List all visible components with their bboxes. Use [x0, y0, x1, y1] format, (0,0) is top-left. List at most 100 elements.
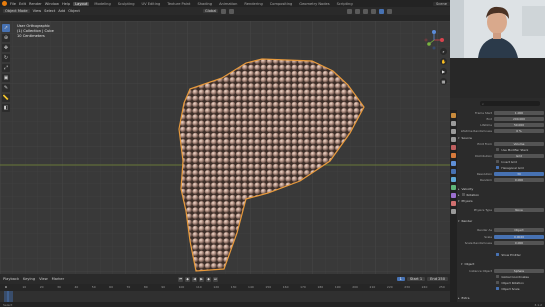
play-reverse-icon[interactable]: ◀: [192, 276, 198, 282]
material-tab-icon[interactable]: [451, 201, 456, 206]
xray-icon[interactable]: [371, 8, 377, 14]
tab-uv-editing[interactable]: UV Editing: [140, 2, 163, 6]
velocity-section-header[interactable]: ▸ Velocity: [458, 186, 544, 191]
emit-from-dropdown[interactable]: Volume: [494, 141, 544, 146]
render-tab-icon[interactable]: [451, 121, 456, 126]
tab-shading[interactable]: Shading: [195, 2, 214, 6]
tab-texture-paint[interactable]: Texture Paint: [165, 2, 192, 6]
add-cube-tool-icon[interactable]: ◧: [2, 104, 10, 112]
properties-search-input[interactable]: ⌕: [480, 101, 540, 106]
tab-scripting[interactable]: Scripting: [335, 2, 355, 6]
instance-object-field[interactable]: Sphere: [494, 268, 544, 273]
transform-tool-icon[interactable]: ▣: [2, 74, 10, 82]
camera-view-icon[interactable]: ▶: [440, 68, 447, 75]
hexagonal-grid-checkbox[interactable]: [496, 165, 500, 170]
object-tab-icon[interactable]: [451, 153, 456, 158]
play-icon[interactable]: ▶: [199, 276, 205, 282]
menu-add[interactable]: Add: [58, 9, 65, 13]
next-key-icon[interactable]: ◆: [206, 276, 212, 282]
tab-geometry-nodes[interactable]: Geometry Nodes: [297, 2, 331, 6]
texture-tab-icon[interactable]: [451, 209, 456, 214]
annotate-tool-icon[interactable]: ✎: [2, 84, 10, 92]
timeline-area[interactable]: [0, 291, 450, 302]
extra-section-header[interactable]: ▸ Extra: [458, 295, 544, 300]
object-scale-checkbox[interactable]: [496, 286, 500, 291]
output-tab-icon[interactable]: [451, 129, 456, 134]
mode-selector[interactable]: Object Mode: [3, 9, 30, 13]
frame-end-field[interactable]: 200.000: [494, 116, 544, 121]
move-tool-icon[interactable]: ✥: [2, 44, 10, 52]
menu-window[interactable]: Window: [45, 2, 59, 6]
menu-object[interactable]: Object: [68, 9, 80, 13]
3d-viewport[interactable]: [0, 21, 450, 274]
proportional-edit-icon[interactable]: [229, 8, 235, 14]
timeline-menu-keying[interactable]: Keying: [23, 277, 35, 281]
distribution-dropdown[interactable]: Grid: [494, 153, 544, 158]
scene-tab-icon[interactable]: [451, 145, 456, 150]
source-section-header[interactable]: ▾ Source: [458, 135, 544, 140]
gizmo-toggle-icon[interactable]: [355, 8, 361, 14]
orientation-selector[interactable]: Global: [202, 9, 219, 13]
perspective-grid-icon[interactable]: ▦: [440, 78, 447, 85]
rotate-tool-icon[interactable]: ↻: [2, 54, 10, 62]
menu-view[interactable]: View: [33, 9, 42, 13]
constraints-tab-icon[interactable]: [451, 185, 456, 190]
render-section-header[interactable]: ▾ Render: [458, 218, 544, 223]
jump-start-icon[interactable]: ⏮: [178, 276, 184, 282]
timeline-menu-view[interactable]: View: [39, 277, 48, 281]
outliner-panel[interactable]: [450, 58, 545, 98]
menu-render[interactable]: Render: [29, 2, 42, 6]
physics-section-header[interactable]: ▾ Physics: [458, 198, 544, 203]
solid-shading-icon[interactable]: [379, 8, 385, 14]
render-as-dropdown[interactable]: Object: [494, 227, 544, 232]
physics-tab-icon[interactable]: [451, 177, 456, 182]
tab-sculpting[interactable]: Sculpting: [116, 2, 137, 6]
rotation-section-header[interactable]: ▸ Rotation: [458, 192, 544, 197]
tab-animation[interactable]: Animation: [217, 2, 239, 6]
resolution-field[interactable]: 30: [494, 171, 544, 176]
zoom-icon[interactable]: ⌕: [440, 48, 447, 55]
object-section-header[interactable]: ▾ Object: [458, 261, 544, 266]
frame-start-field[interactable]: 1.000: [494, 110, 544, 115]
measure-tool-icon[interactable]: 📏: [2, 94, 10, 102]
view-layer-tab-icon[interactable]: [451, 137, 456, 142]
end-frame-field[interactable]: End 250: [427, 277, 448, 281]
prev-key-icon[interactable]: ◆: [185, 276, 191, 282]
scene-selector[interactable]: Scene: [433, 1, 450, 6]
lifetime-field[interactable]: 50.000: [494, 122, 544, 127]
use-modifier-stack-checkbox[interactable]: [496, 147, 500, 152]
tab-modeling[interactable]: Modeling: [92, 2, 112, 6]
tab-rendering[interactable]: Rendering: [242, 2, 264, 6]
random-field[interactable]: 0.000: [494, 177, 544, 182]
blender-logo-icon[interactable]: [2, 1, 7, 6]
overlay-toggle-icon[interactable]: [363, 8, 369, 14]
visibility-icon[interactable]: [347, 8, 353, 14]
select-tool-icon[interactable]: ➚: [2, 24, 10, 32]
rotation-checkbox[interactable]: [461, 193, 465, 196]
pan-hand-icon[interactable]: ✋: [440, 58, 447, 65]
timeline-menu-marker[interactable]: Marker: [52, 277, 64, 281]
timeline-ruler[interactable]: 0 10 20 30 40 50 60 70 80 90 100 110 120 130 140 150 160…: [0, 284, 450, 291]
snap-icon[interactable]: [221, 8, 227, 14]
menu-edit[interactable]: Edit: [19, 2, 26, 6]
scale-field[interactable]: 0.0020: [494, 234, 544, 239]
lifetime-random-field[interactable]: 0 %: [494, 128, 544, 133]
show-emitter-checkbox[interactable]: [496, 252, 500, 257]
invert-grid-checkbox[interactable]: [496, 159, 500, 164]
start-frame-field[interactable]: Start 1: [406, 277, 426, 281]
global-coordinates-checkbox[interactable]: [496, 274, 500, 279]
menu-help[interactable]: Help: [62, 2, 70, 6]
current-frame-field[interactable]: 1: [396, 277, 405, 281]
jump-end-icon[interactable]: ⏭: [213, 276, 219, 282]
scale-tool-icon[interactable]: ⤢: [2, 64, 10, 72]
object-rotation-checkbox[interactable]: [496, 280, 500, 285]
particles-tab-icon[interactable]: [451, 169, 456, 174]
tab-compositing[interactable]: Compositing: [268, 2, 295, 6]
physics-type-dropdown[interactable]: None: [494, 207, 544, 212]
scale-randomness-field[interactable]: 0.000: [494, 240, 544, 245]
cursor-tool-icon[interactable]: ⊕: [2, 34, 10, 42]
material-shading-icon[interactable]: [387, 8, 393, 14]
modifier-tab-icon[interactable]: [451, 161, 456, 166]
tab-layout[interactable]: Layout: [73, 1, 90, 6]
tool-tab-icon[interactable]: [451, 113, 456, 118]
